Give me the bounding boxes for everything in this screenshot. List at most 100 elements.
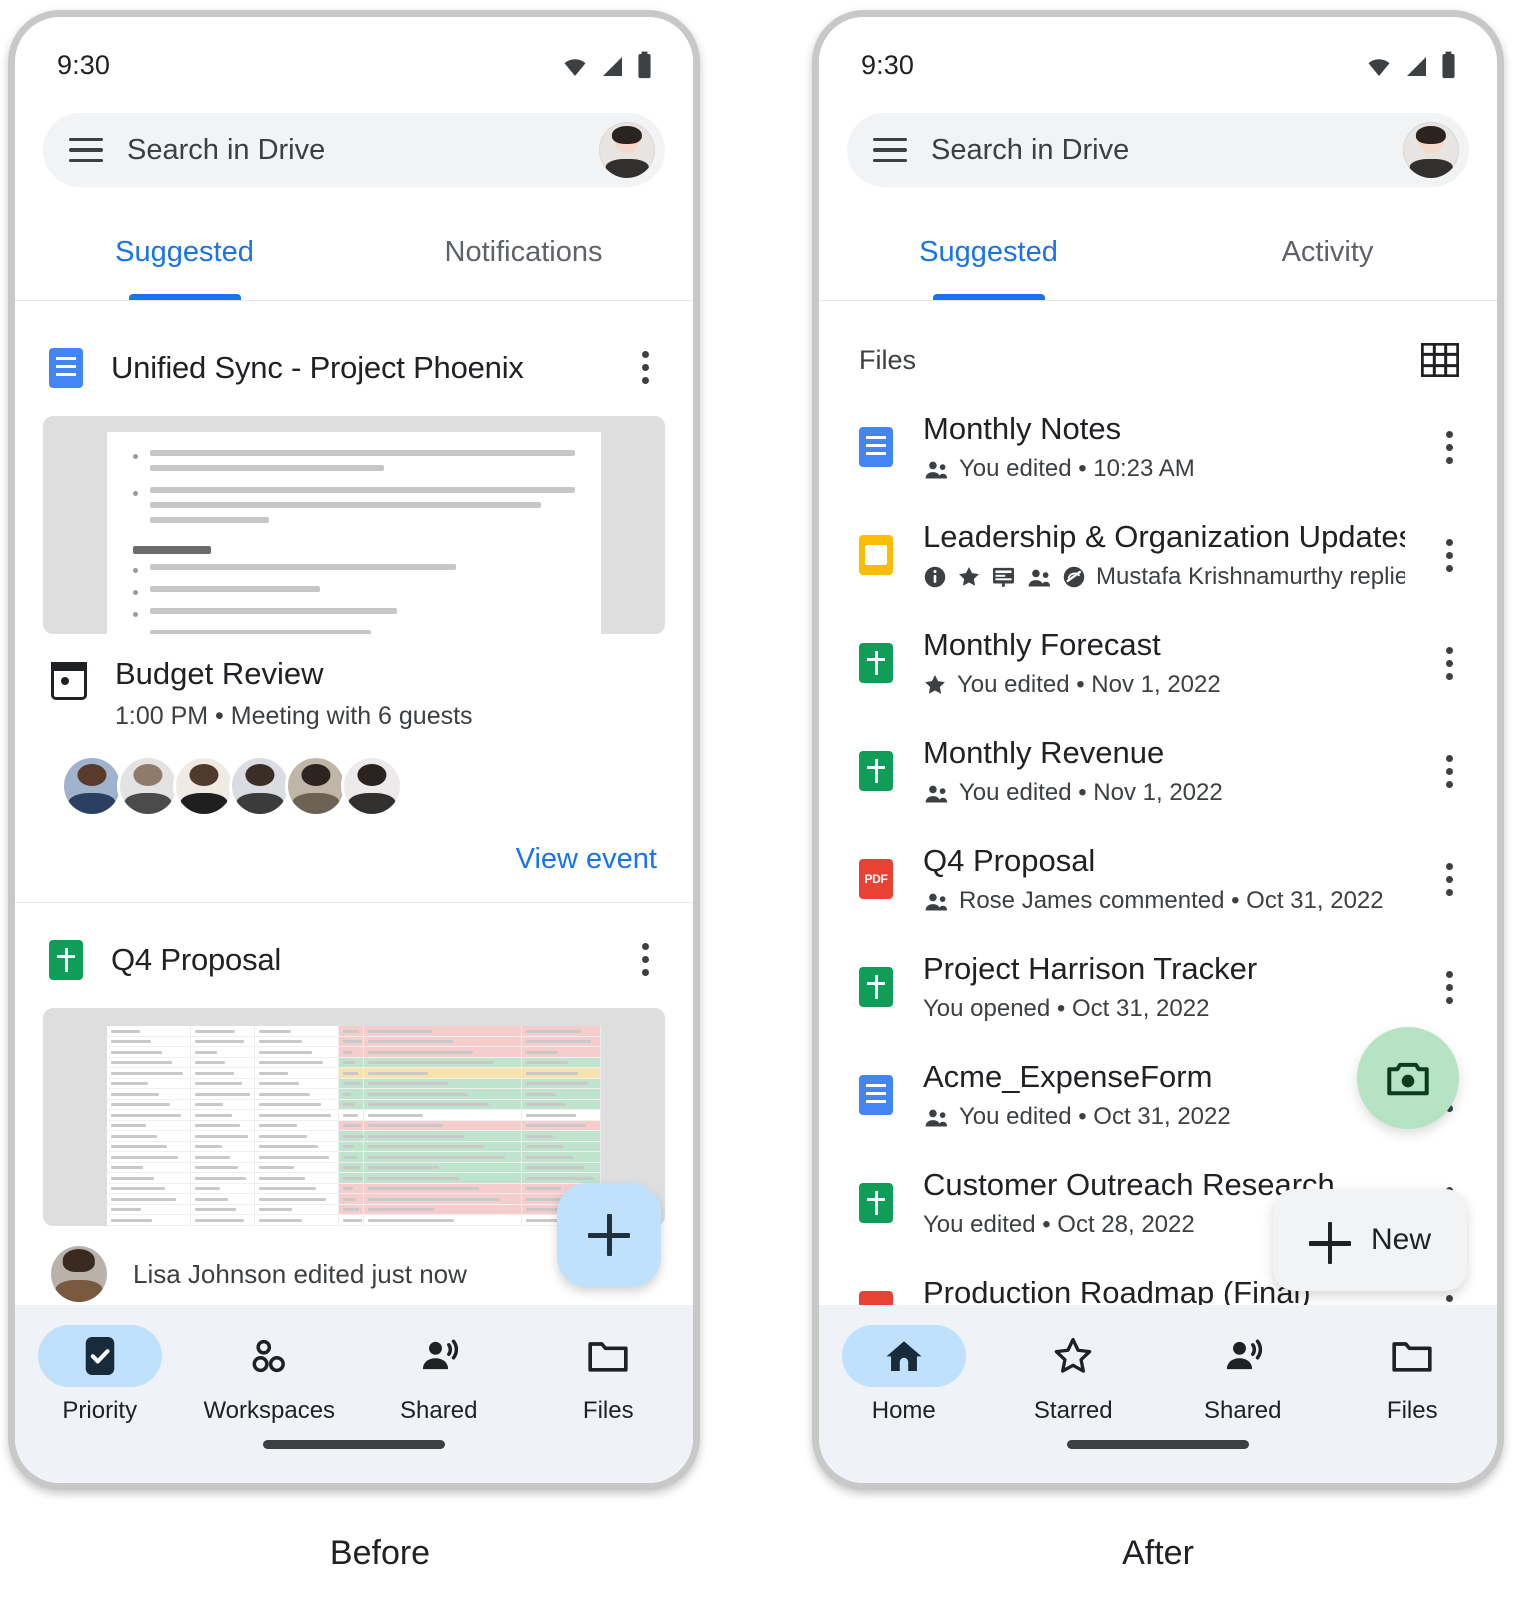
avatar[interactable] bbox=[61, 755, 123, 817]
sheet-preview-row bbox=[107, 1225, 601, 1226]
sheet-preview-cell bbox=[363, 1047, 522, 1057]
sheet-preview-cell bbox=[191, 1026, 256, 1036]
calendar-icon bbox=[51, 662, 87, 700]
search-input[interactable]: Search in Drive bbox=[931, 134, 1379, 167]
sheet-card-title: Q4 Proposal bbox=[111, 941, 282, 977]
avatar[interactable] bbox=[285, 755, 347, 817]
avatar[interactable] bbox=[173, 755, 235, 817]
sheet-preview-cell bbox=[339, 1036, 364, 1046]
sheet-card-header[interactable]: Q4 Proposal bbox=[15, 903, 693, 1000]
sheet-preview-cell bbox=[363, 1173, 522, 1183]
before-bottom-nav: Priority Workspaces Shared Files bbox=[15, 1305, 693, 1483]
event-subtitle: 1:00 PM • Meeting with 6 guests bbox=[115, 702, 473, 730]
sheet-preview-row bbox=[107, 1162, 601, 1173]
sheet-preview-cell bbox=[107, 1089, 191, 1099]
more-vert-icon[interactable] bbox=[1435, 641, 1463, 686]
folder-icon bbox=[1392, 1342, 1432, 1372]
nav-item-files[interactable]: Files bbox=[524, 1325, 694, 1483]
sheet-preview-cell bbox=[255, 1036, 340, 1046]
file-name: Monthly Notes bbox=[923, 411, 1122, 446]
status-clock: 9:30 bbox=[57, 49, 110, 80]
sheet-preview-cell bbox=[255, 1183, 340, 1193]
file-list-item[interactable]: Monthly Notes You edited • 10:23 AM bbox=[819, 393, 1497, 501]
search-bar[interactable]: Search in Drive bbox=[847, 113, 1469, 187]
home-icon bbox=[886, 1341, 922, 1372]
nav-item-priority[interactable]: Priority bbox=[15, 1325, 185, 1483]
tab-notifications[interactable]: Notifications bbox=[354, 205, 693, 300]
file-subtitle: Rose James commented • Oct 31, 2022 bbox=[959, 887, 1384, 914]
more-vert-icon[interactable] bbox=[1435, 857, 1463, 902]
status-icon-group bbox=[1364, 51, 1457, 79]
event-card[interactable]: Budget Review 1:00 PM • Meeting with 6 g… bbox=[15, 634, 693, 731]
sheet-preview-row bbox=[107, 1110, 601, 1121]
nav-label: Workspaces bbox=[203, 1397, 336, 1424]
nav-item-starred[interactable]: Starred bbox=[989, 1325, 1159, 1483]
tab-suggested[interactable]: Suggested bbox=[15, 205, 354, 300]
sheet-preview-cell bbox=[107, 1099, 191, 1109]
avatar[interactable] bbox=[599, 122, 655, 178]
hamburger-menu-icon[interactable] bbox=[873, 137, 907, 163]
sheet-preview-cell bbox=[363, 1131, 522, 1141]
avatar[interactable] bbox=[229, 755, 291, 817]
file-list-item[interactable]: Leadership & Organization Updates… Mustaf… bbox=[819, 501, 1497, 609]
file-list-item[interactable]: Project Harrison Tracker You opened • Oct… bbox=[819, 933, 1497, 1041]
nav-item-shared[interactable]: Shared bbox=[354, 1325, 524, 1483]
sheet-preview-cell bbox=[339, 1162, 364, 1172]
doc-preview-thumbnail[interactable] bbox=[43, 416, 665, 634]
sheet-preview-cell bbox=[521, 1047, 601, 1057]
camera-icon bbox=[1387, 1062, 1429, 1096]
star-outline-icon bbox=[1054, 1337, 1092, 1373]
more-vert-icon[interactable] bbox=[631, 345, 659, 390]
tab-suggested[interactable]: Suggested bbox=[819, 205, 1158, 300]
hamburger-menu-icon[interactable] bbox=[69, 137, 103, 163]
more-vert-icon[interactable] bbox=[1435, 533, 1463, 578]
avatar[interactable] bbox=[341, 755, 403, 817]
sheet-preview-cell bbox=[339, 1026, 364, 1036]
more-vert-icon[interactable] bbox=[1435, 425, 1463, 470]
file-meta: Leadership & Organization Updates… Mustaf… bbox=[923, 519, 1405, 591]
grid-view-icon[interactable] bbox=[1421, 343, 1459, 377]
doc-card-header[interactable]: Unified Sync - Project Phoenix bbox=[15, 317, 693, 408]
avatar[interactable] bbox=[1403, 122, 1459, 178]
nav-label: Priority bbox=[62, 1397, 138, 1424]
file-list-item[interactable]: Monthly Revenue You edited • Nov 1, 2022 bbox=[819, 717, 1497, 825]
file-name: Q4 Proposal bbox=[923, 843, 1096, 878]
more-vert-icon[interactable] bbox=[1435, 965, 1463, 1010]
view-event-action[interactable]: View event bbox=[15, 817, 693, 902]
sheet-preview-cell bbox=[521, 1078, 601, 1088]
search-input[interactable]: Search in Drive bbox=[127, 134, 575, 167]
plus-icon bbox=[588, 1214, 630, 1256]
sheet-preview-row bbox=[107, 1047, 601, 1058]
before-tab-bar: Suggested Notifications bbox=[15, 205, 693, 301]
nav-item-workspaces[interactable]: Workspaces bbox=[185, 1325, 355, 1483]
file-meta: Acme_ExpenseForm You edited • Oct 31, 202… bbox=[923, 1059, 1405, 1131]
file-meta: Monthly Revenue You edited • Nov 1, 2022 bbox=[923, 735, 1405, 807]
more-vert-icon[interactable] bbox=[631, 937, 659, 982]
sheet-preview-cell bbox=[255, 1026, 340, 1036]
sheet-preview-row bbox=[107, 1173, 601, 1184]
sheet-preview-cell bbox=[521, 1057, 601, 1067]
nav-item-shared[interactable]: Shared bbox=[1158, 1325, 1328, 1483]
event-guest-avatars bbox=[15, 731, 693, 817]
nav-item-home[interactable]: Home bbox=[819, 1325, 989, 1483]
sheet-preview-cell bbox=[339, 1099, 364, 1109]
nav-pill bbox=[37, 1325, 162, 1387]
create-new-fab[interactable] bbox=[557, 1183, 661, 1287]
new-button[interactable]: New bbox=[1272, 1189, 1467, 1291]
doc-preview-heading bbox=[133, 546, 211, 554]
file-list-item[interactable]: Monthly Forecast You edited • Nov 1, 2022 bbox=[819, 609, 1497, 717]
scan-document-fab[interactable] bbox=[1357, 1027, 1459, 1129]
nav-item-files[interactable]: Files bbox=[1328, 1325, 1498, 1483]
tab-activity[interactable]: Activity bbox=[1158, 205, 1497, 300]
file-subtitle-row: You opened • Oct 31, 2022 bbox=[923, 995, 1405, 1023]
more-vert-icon[interactable] bbox=[1435, 749, 1463, 794]
nav-label: Files bbox=[582, 1397, 634, 1424]
file-list-item[interactable]: PDF Q4 Proposal Rose James commented • Oct… bbox=[819, 825, 1497, 933]
sheet-preview-cell bbox=[339, 1078, 364, 1088]
sheet-preview-cell bbox=[255, 1089, 340, 1099]
sheet-preview-cell bbox=[191, 1068, 256, 1078]
workspaces-icon bbox=[252, 1339, 286, 1373]
avatar[interactable] bbox=[117, 755, 179, 817]
search-bar[interactable]: Search in Drive bbox=[43, 113, 665, 187]
sheet-preview-cell bbox=[255, 1152, 340, 1162]
